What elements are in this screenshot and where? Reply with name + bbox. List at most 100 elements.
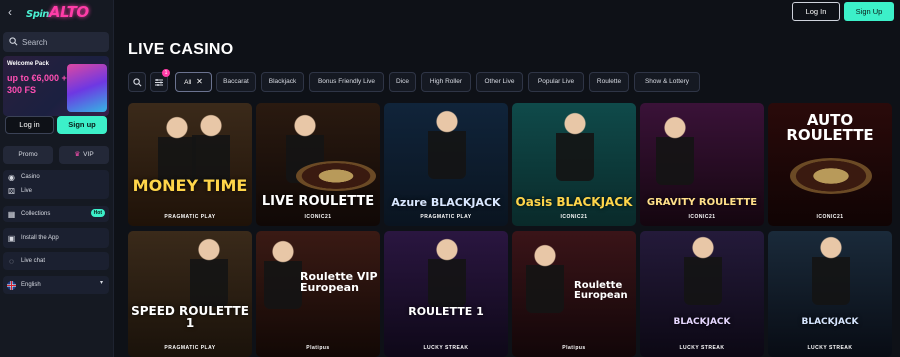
- dealer-image: [428, 109, 466, 179]
- language-label: English: [21, 282, 41, 288]
- signup-button[interactable]: Sign Up: [844, 2, 894, 21]
- topbar: Log In Sign Up: [114, 0, 900, 26]
- nav-group-language: English ▾: [3, 276, 109, 294]
- game-tile-live-roulette[interactable]: LIVE ROULETTE ICONIC21: [256, 103, 380, 226]
- nav-group-collections: ▦ Collections Hot: [3, 206, 109, 222]
- dealer-image: [812, 235, 850, 305]
- dealer-image: [158, 115, 196, 185]
- game-grid: MONEY TIME PRAGMATIC PLAY LIVE ROULETTE …: [128, 103, 894, 357]
- filter-chip-all[interactable]: All ✕: [175, 72, 212, 92]
- filter-chip-popular-live[interactable]: Popular Live: [528, 72, 584, 92]
- collections-icon: ▦: [7, 209, 16, 219]
- filter-chip-label: All: [184, 79, 192, 86]
- dealer-image: [192, 113, 230, 183]
- dealer-image: [684, 235, 722, 305]
- filter-chip-dice[interactable]: Dice: [389, 72, 416, 92]
- filter-chip-high-roller[interactable]: High Roller: [421, 72, 471, 92]
- game-tile-blackjack-lucky-streak[interactable]: BLACKJACK LUCKY STREAK: [640, 231, 764, 357]
- game-tile-azure-blackjack[interactable]: Azure BLACKJACK PRAGMATIC PLAY: [384, 103, 508, 226]
- game-title: MONEY TIME: [132, 176, 248, 195]
- sidebar-item-label: Live chat: [21, 258, 46, 264]
- game-tile-blackjack-lucky-streak-2[interactable]: BLACKJACK LUCKY STREAK: [768, 231, 892, 357]
- game-title: AUTO ROULETTE: [786, 111, 874, 144]
- search-input[interactable]: [22, 37, 102, 47]
- filter-chip-bonus-friendly-live[interactable]: Bonus Friendly Live: [309, 72, 384, 92]
- game-provider: Platipus: [306, 345, 330, 351]
- filter-chip-baccarat[interactable]: Baccarat: [216, 72, 256, 92]
- game-tile-gravity-roulette[interactable]: GRAVITY ROULETTE ICONIC21: [640, 103, 764, 226]
- sidebar-item-install-app[interactable]: ▣ Install the App: [3, 228, 109, 248]
- logo-row: ‹ SpinALTO: [0, 0, 114, 26]
- nav-group-install: ▣ Install the App: [3, 228, 109, 248]
- game-title: LIVE ROULETTE: [261, 194, 375, 209]
- promo-row: Promo ♛ VIP: [3, 146, 109, 164]
- dealer-image: [556, 111, 594, 181]
- dealer-image: [656, 115, 694, 185]
- game-title: SPEED ROULETTE 1: [131, 304, 249, 330]
- casino-icon: ◉: [8, 172, 15, 182]
- game-tile-roulette-vip-european[interactable]: Roulette VIP European Platipus: [256, 231, 380, 357]
- game-provider: ICONIC21: [688, 214, 716, 220]
- chat-icon: ◌: [9, 256, 14, 266]
- vip-label: VIP: [83, 151, 94, 158]
- sidebar-item-live-chat[interactable]: ◌ Live chat: [3, 252, 109, 270]
- game-provider: LUCKY STREAK: [423, 345, 469, 351]
- game-title: BLACKJACK: [673, 317, 731, 327]
- game-provider: ICONIC21: [560, 214, 588, 220]
- collapse-sidebar-icon[interactable]: ‹: [3, 5, 17, 19]
- filter-chip-other-live[interactable]: Other Live: [476, 72, 523, 92]
- roulette-wheel-image: [790, 158, 872, 194]
- filter-chip-blackjack[interactable]: Blackjack: [261, 72, 304, 92]
- game-tile-roulette-1[interactable]: ROULETTE 1 LUCKY STREAK: [384, 231, 508, 357]
- search-box[interactable]: [3, 32, 109, 52]
- nav-group-main: ◉ Casino ⚄ Live: [3, 170, 109, 199]
- welcome-pack-banner[interactable]: Welcome Pack up to €6,000 + 300 FS: [3, 56, 109, 116]
- welcome-title: Welcome Pack: [7, 61, 49, 67]
- welcome-art-image: [67, 64, 107, 112]
- game-provider: ICONIC21: [304, 214, 332, 220]
- promo-button[interactable]: Promo: [3, 146, 53, 164]
- game-tile-roulette-european[interactable]: Roulette European Platipus: [512, 231, 636, 357]
- game-provider: ICONIC21: [816, 214, 844, 220]
- game-tile-oasis-blackjack[interactable]: Oasis BLACKJACK ICONIC21: [512, 103, 636, 226]
- sidebar-login-button[interactable]: Log in: [5, 116, 54, 134]
- dealer-image: [428, 237, 466, 307]
- nav-group-chat: ◌ Live chat: [3, 252, 109, 270]
- language-selector[interactable]: English ▾: [3, 276, 109, 294]
- welcome-amount: up to €6,000 + 300 FS: [7, 73, 67, 95]
- sidebar-auth: Log in Sign up: [3, 116, 109, 136]
- game-provider: PRAGMATIC PLAY: [164, 345, 216, 351]
- sidebar-item-collections[interactable]: ▦ Collections Hot: [3, 206, 109, 222]
- dealer-image: [190, 237, 228, 307]
- game-tile-auto-roulette[interactable]: AUTO ROULETTE ICONIC21: [768, 103, 892, 226]
- game-provider: Platipus: [562, 345, 586, 351]
- logo[interactable]: SpinALTO: [26, 3, 89, 21]
- live-dice-icon: ⚄: [8, 186, 15, 196]
- game-provider: LUCKY STREAK: [807, 345, 853, 351]
- app-root: ‹ SpinALTO Welcome Pack up to €6,000 + 3…: [0, 0, 900, 357]
- game-title: Azure BLACKJACK: [391, 196, 501, 209]
- sidebar-item-label: Collections: [21, 211, 51, 217]
- filter-search-button[interactable]: [128, 72, 146, 92]
- sidebar-item-live[interactable]: ⚄ Live: [3, 184, 109, 198]
- login-button[interactable]: Log In: [792, 2, 840, 21]
- dealer-image: [264, 239, 302, 309]
- sliders-icon: [154, 79, 164, 89]
- close-icon[interactable]: ✕: [196, 77, 203, 86]
- sidebar-signup-button[interactable]: Sign up: [57, 116, 107, 134]
- vip-button[interactable]: ♛ VIP: [59, 146, 109, 164]
- game-tile-money-time[interactable]: MONEY TIME PRAGMATIC PLAY: [128, 103, 252, 226]
- game-provider: PRAGMATIC PLAY: [420, 214, 472, 220]
- crown-icon: ♛: [74, 151, 81, 158]
- game-title: Oasis BLACKJACK: [515, 195, 633, 209]
- dealer-image: [526, 243, 564, 313]
- uk-flag-icon: [7, 280, 16, 290]
- game-title: GRAVITY ROULETTE: [646, 197, 758, 208]
- sidebar: ‹ SpinALTO Welcome Pack up to €6,000 + 3…: [0, 0, 114, 357]
- sidebar-item-casino[interactable]: ◉ Casino: [3, 170, 109, 184]
- game-tile-speed-roulette[interactable]: SPEED ROULETTE 1 PRAGMATIC PLAY: [128, 231, 252, 357]
- sidebar-item-label: Casino: [21, 174, 40, 180]
- filter-chip-roulette[interactable]: Roulette: [589, 72, 629, 92]
- filter-settings-button[interactable]: 1: [150, 69, 170, 92]
- filter-chip-show-lottery[interactable]: Show & Lottery: [634, 72, 700, 92]
